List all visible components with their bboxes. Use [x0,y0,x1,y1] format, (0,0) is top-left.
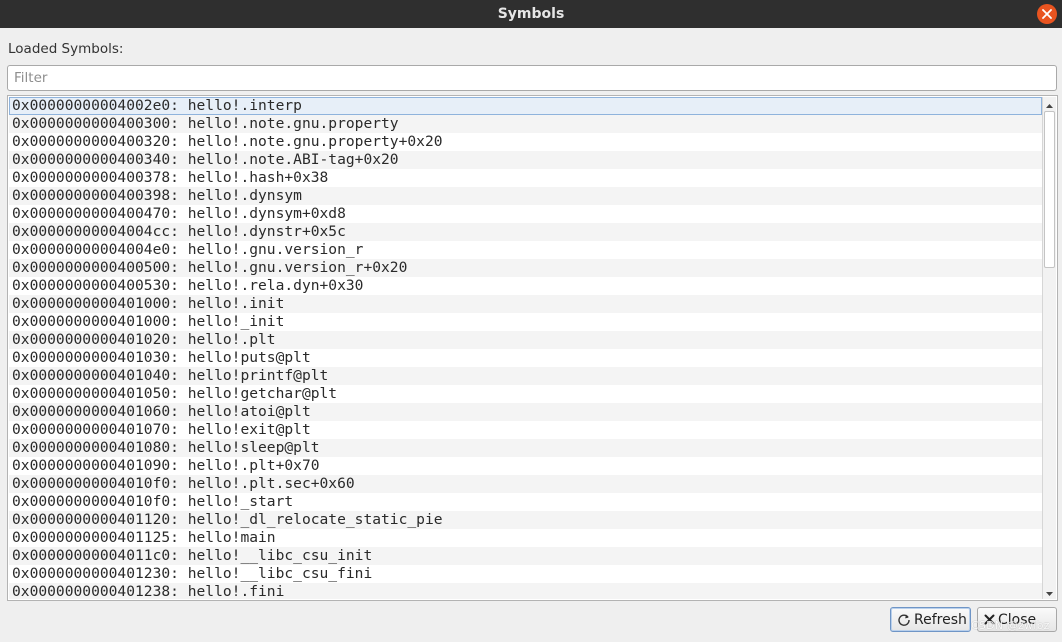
loaded-symbols-label: Loaded Symbols: [8,41,124,57]
close-icon [1042,9,1052,19]
symbol-row[interactable]: 0x0000000000400300: hello!.note.gnu.prop… [9,115,1042,133]
symbol-row[interactable]: 0x00000000004010f0: hello!.plt.sec+0x60 [9,475,1042,493]
watermark: CSDN @zwlbz [971,619,1050,632]
symbol-row[interactable]: 0x0000000000401230: hello!__libc_csu_fin… [9,565,1042,583]
refresh-button[interactable]: Refresh [890,607,971,632]
symbol-row[interactable]: 0x0000000000400530: hello!.rela.dyn+0x30 [9,277,1042,295]
scroll-thumb[interactable] [1044,111,1055,268]
symbol-row[interactable]: 0x0000000000401120: hello!_dl_relocate_s… [9,511,1042,529]
symbol-list-frame: 0x00000000004002e0: hello!.interp 0x00000… [7,95,1058,601]
symbol-row[interactable]: 0x00000000004004e0: hello!.gnu.version_r [9,241,1042,259]
symbol-row[interactable]: 0x0000000000401040: hello!printf@plt [9,367,1042,385]
symbols-dialog: Symbols Loaded Symbols: 0x00000000004002… [0,0,1062,642]
scroll-up-arrow-icon[interactable] [1043,98,1056,111]
symbol-row[interactable]: 0x0000000000401238: hello!.fini [9,583,1042,599]
filter-input[interactable] [7,65,1057,91]
symbol-row[interactable]: 0x0000000000401030: hello!puts@plt [9,349,1042,367]
symbol-row[interactable]: 0x0000000000401070: hello!exit@plt [9,421,1042,439]
title-bar: Symbols [0,0,1062,28]
symbol-row[interactable]: 0x0000000000401090: hello!.plt+0x70 [9,457,1042,475]
symbol-row[interactable]: 0x0000000000401125: hello!main [9,529,1042,547]
symbol-list[interactable]: 0x00000000004002e0: hello!.interp 0x00000… [9,97,1042,599]
symbol-row[interactable]: 0x00000000004002e0: hello!.interp [9,97,1042,115]
symbol-row[interactable]: 0x0000000000401080: hello!sleep@plt [9,439,1042,457]
window-title: Symbols [497,6,565,22]
window-close-button[interactable] [1037,4,1057,24]
symbol-row[interactable]: 0x0000000000401000: hello!_init [9,313,1042,331]
vertical-scrollbar[interactable] [1042,97,1056,599]
symbol-row[interactable]: 0x00000000004010f0: hello!_start [9,493,1042,511]
symbol-row[interactable]: 0x0000000000400340: hello!.note.ABI-tag+… [9,151,1042,169]
symbol-row[interactable]: 0x0000000000401050: hello!getchar@plt [9,385,1042,403]
symbol-row[interactable]: 0x0000000000401060: hello!atoi@plt [9,403,1042,421]
refresh-button-label: Refresh [914,611,967,628]
symbol-row[interactable]: 0x0000000000400378: hello!.hash+0x38 [9,169,1042,187]
symbol-row[interactable]: 0x0000000000400320: hello!.note.gnu.prop… [9,133,1042,151]
symbol-row[interactable]: 0x00000000004011c0: hello!__libc_csu_ini… [9,547,1042,565]
symbol-row[interactable]: 0x0000000000400500: hello!.gnu.version_r… [9,259,1042,277]
scroll-down-arrow-icon[interactable] [1043,585,1056,598]
symbol-row[interactable]: 0x0000000000401000: hello!.init [9,295,1042,313]
refresh-icon [897,613,911,627]
symbol-row[interactable]: 0x00000000004004cc: hello!.dynstr+0x5c [9,223,1042,241]
symbol-row[interactable]: 0x0000000000400398: hello!.dynsym [9,187,1042,205]
symbol-row[interactable]: 0x0000000000400470: hello!.dynsym+0xd8 [9,205,1042,223]
symbol-row[interactable]: 0x0000000000401020: hello!.plt [9,331,1042,349]
